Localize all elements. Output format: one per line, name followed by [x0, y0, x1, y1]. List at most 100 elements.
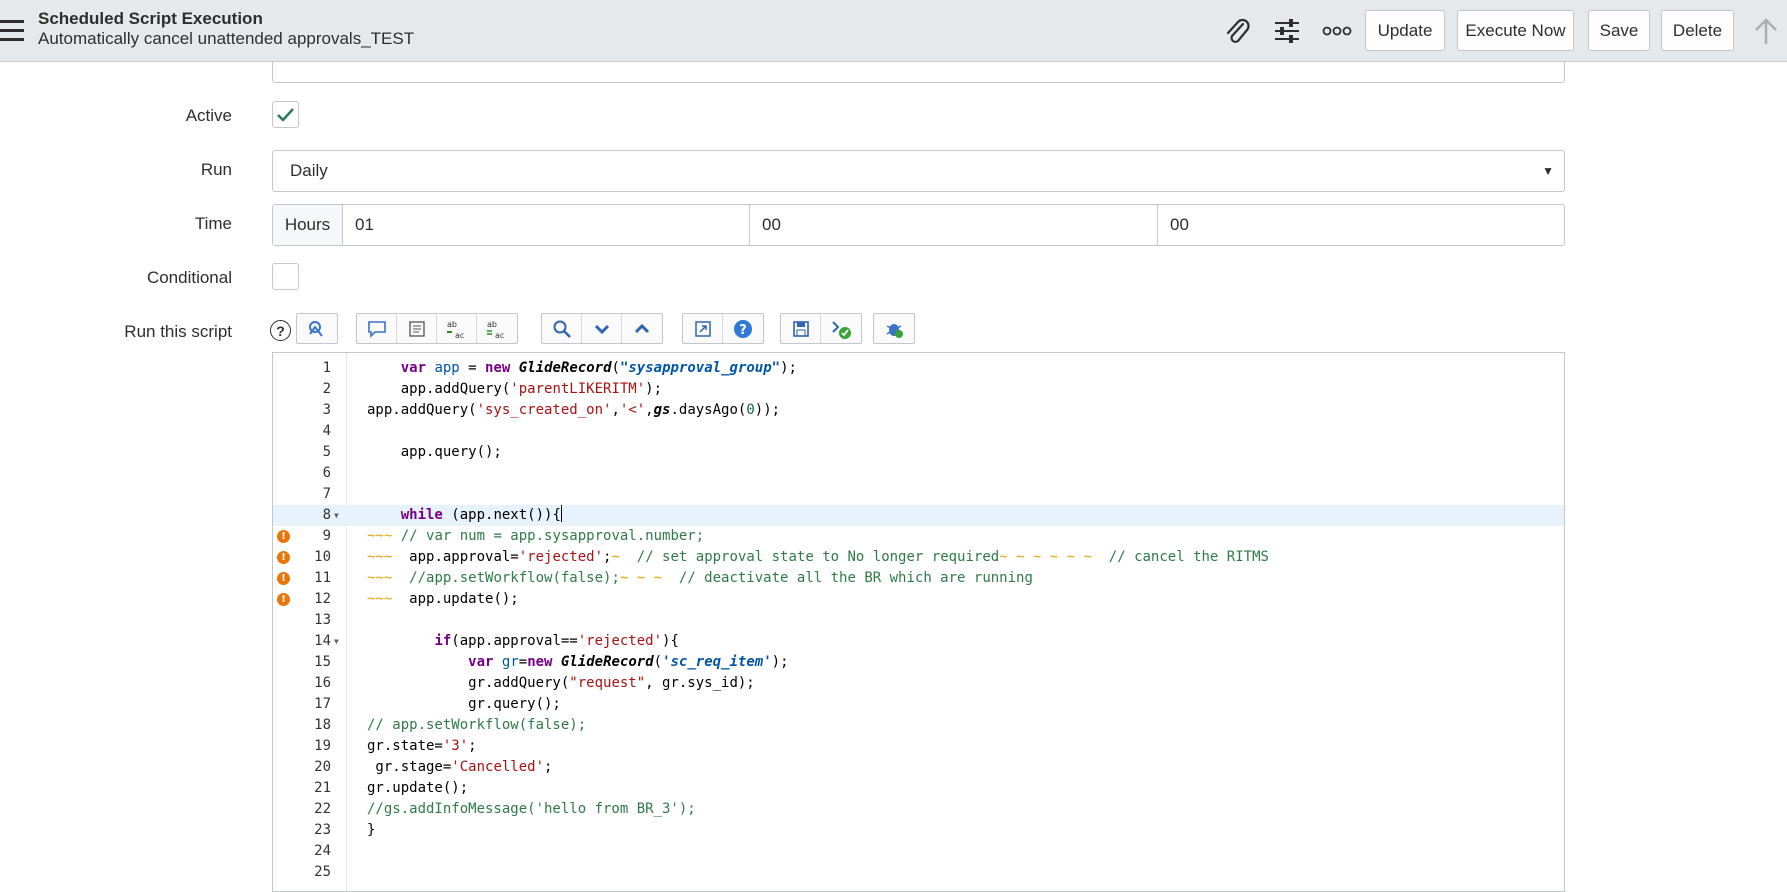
- line-number: 16: [314, 675, 331, 691]
- search-next-icon[interactable]: [582, 314, 622, 343]
- paperclip-icon[interactable]: [1220, 14, 1254, 48]
- search-icon[interactable]: [542, 314, 582, 343]
- line-number: 7: [322, 486, 331, 502]
- update-button[interactable]: Update: [1365, 10, 1445, 51]
- code-text: var gr=new GlideRecord('sc_req_item');: [468, 654, 789, 670]
- time-minutes-input[interactable]: 00: [750, 205, 1157, 245]
- format-icon[interactable]: [397, 314, 437, 343]
- active-label: Active: [185, 106, 232, 125]
- code-line[interactable]: 19 gr.state='3';: [273, 736, 1564, 757]
- help-icon[interactable]: ?: [723, 314, 763, 343]
- line-number: 4: [322, 423, 331, 439]
- search-prev-icon[interactable]: [622, 314, 662, 343]
- save-button[interactable]: Save: [1588, 10, 1650, 51]
- code-text: var app = new GlideRecord("sysapproval_g…: [400, 360, 797, 376]
- line-number: 18: [314, 717, 331, 733]
- toolbar-group-2: ab ac ab ac: [356, 313, 518, 344]
- conditional-checkbox[interactable]: [272, 263, 299, 290]
- line-number: 23: [314, 822, 331, 838]
- code-line[interactable]: 15 var gr=new GlideRecord('sc_req_item')…: [273, 652, 1564, 673]
- line-number: 3: [322, 402, 331, 418]
- line-number: 21: [314, 780, 331, 796]
- sliders-icon[interactable]: [1270, 14, 1304, 48]
- time-seconds-input[interactable]: 00: [1158, 205, 1564, 245]
- delete-button[interactable]: Delete: [1661, 10, 1734, 51]
- code-text: app.addQuery('sys_created_on','<',gs.day…: [367, 402, 781, 418]
- execute-now-button[interactable]: Execute Now: [1457, 10, 1574, 51]
- code-line[interactable]: ! 11 ~~~ //app.setWorkflow(false);~ ~ ~ //…: [273, 568, 1564, 589]
- caret-down-icon: ▼: [1542, 164, 1554, 178]
- code-line[interactable]: 13: [273, 610, 1564, 631]
- active-checkbox[interactable]: [272, 101, 299, 128]
- line-number: 20: [314, 759, 331, 775]
- code-text: gr.query();: [367, 696, 561, 712]
- code-text: ~~~ app.update();: [367, 591, 519, 607]
- code-text: gr.update();: [367, 780, 469, 796]
- help-icon[interactable]: ?: [270, 320, 291, 341]
- code-line[interactable]: 23}: [273, 820, 1564, 841]
- replace-all-icon[interactable]: ab ac: [477, 314, 517, 343]
- menu-icon[interactable]: [0, 20, 24, 42]
- code-line[interactable]: 21 gr.update();: [273, 778, 1564, 799]
- toolbar-group-4: ?: [682, 313, 764, 344]
- svg-text:?: ?: [739, 323, 747, 338]
- toolbar-group-1: [296, 313, 338, 344]
- replace-icon[interactable]: ab ac: [437, 314, 477, 343]
- code-line[interactable]: 6: [273, 463, 1564, 484]
- code-line[interactable]: ! 12 ~~~ app.update();: [273, 589, 1564, 610]
- line-number: 1: [322, 360, 331, 376]
- code-line[interactable]: 7: [273, 484, 1564, 505]
- line-number: 17: [314, 696, 331, 712]
- code-text: app.query();: [367, 444, 502, 460]
- fullscreen-icon[interactable]: [683, 314, 723, 343]
- code-line[interactable]: 22 //gs.addInfoMessage('hello from BR_3')…: [273, 799, 1564, 820]
- script-editor[interactable]: 1 var app = new GlideRecord("sysapproval…: [272, 352, 1565, 892]
- code-line[interactable]: 1 var app = new GlideRecord("sysapproval…: [273, 358, 1564, 379]
- syntax-check-icon[interactable]: [821, 314, 861, 343]
- time-group: Hours 01 00 00: [272, 204, 1565, 246]
- line-number: 15: [314, 654, 331, 670]
- code-line[interactable]: ! 10 ~~~ app.approval='rejected';~ // set …: [273, 547, 1564, 568]
- code-line[interactable]: 20 gr.stage='Cancelled';: [273, 757, 1564, 778]
- code-line[interactable]: 4: [273, 421, 1564, 442]
- code-text: //gs.addInfoMessage('hello from BR_3');: [367, 801, 696, 817]
- code-line[interactable]: 16 gr.addQuery("request", gr.sys_id);: [273, 673, 1564, 694]
- svg-text:ac: ac: [495, 331, 504, 340]
- line-number: 2: [322, 381, 331, 397]
- line-number: 9: [322, 528, 331, 544]
- form-header: Scheduled Script Execution Automatically…: [0, 0, 1787, 62]
- time-hours-input[interactable]: 01: [343, 205, 681, 245]
- code-line[interactable]: 25: [273, 862, 1564, 883]
- code-line[interactable]: ! 9 ~~~ // var num = app.sysapproval.numbe…: [273, 526, 1564, 547]
- code-line[interactable]: 18 // app.setWorkflow(false);: [273, 715, 1564, 736]
- line-number: 11: [314, 570, 331, 586]
- more-icon[interactable]: [1320, 14, 1354, 48]
- line-number: 22: [314, 801, 331, 817]
- code-text: gr.stage='Cancelled';: [367, 759, 553, 775]
- run-select[interactable]: Daily ▼: [272, 150, 1565, 192]
- debug-icon[interactable]: [874, 314, 914, 343]
- comment-icon[interactable]: [357, 314, 397, 343]
- description-field-partial[interactable]: [272, 62, 1565, 83]
- code-line[interactable]: 3 app.addQuery('sys_created_on','<',gs.da…: [273, 400, 1564, 421]
- code-text: ~~~ // var num = app.sysapproval.number;: [367, 528, 705, 544]
- fold-arrow-icon[interactable]: ▼: [334, 631, 339, 652]
- svg-text:ac: ac: [455, 331, 464, 340]
- fold-arrow-icon[interactable]: ▼: [334, 505, 339, 526]
- save-icon[interactable]: [781, 314, 821, 343]
- code-line[interactable]: 14 ▼ if(app.approval=='rejected'){: [273, 631, 1564, 652]
- record-name: Automatically cancel unattended approval…: [38, 29, 415, 48]
- code-line-active[interactable]: 8 ▼ while (app.next()){: [273, 505, 1564, 526]
- svg-text:ab: ab: [447, 320, 457, 329]
- code-line[interactable]: 17 gr.query();: [273, 694, 1564, 715]
- code-line[interactable]: 24: [273, 841, 1564, 862]
- line-number: 12: [314, 591, 331, 607]
- time-hours-addon: Hours: [273, 205, 343, 245]
- code-line[interactable]: 5 app.query();: [273, 442, 1564, 463]
- run-select-value: Daily: [290, 161, 328, 180]
- conditional-label: Conditional: [146, 268, 232, 287]
- arrow-up-icon[interactable]: [1748, 12, 1784, 50]
- line-number: 8: [322, 507, 331, 523]
- script-tree-icon[interactable]: [297, 314, 337, 343]
- code-line[interactable]: 2 app.addQuery('parentLIKERITM');: [273, 379, 1564, 400]
